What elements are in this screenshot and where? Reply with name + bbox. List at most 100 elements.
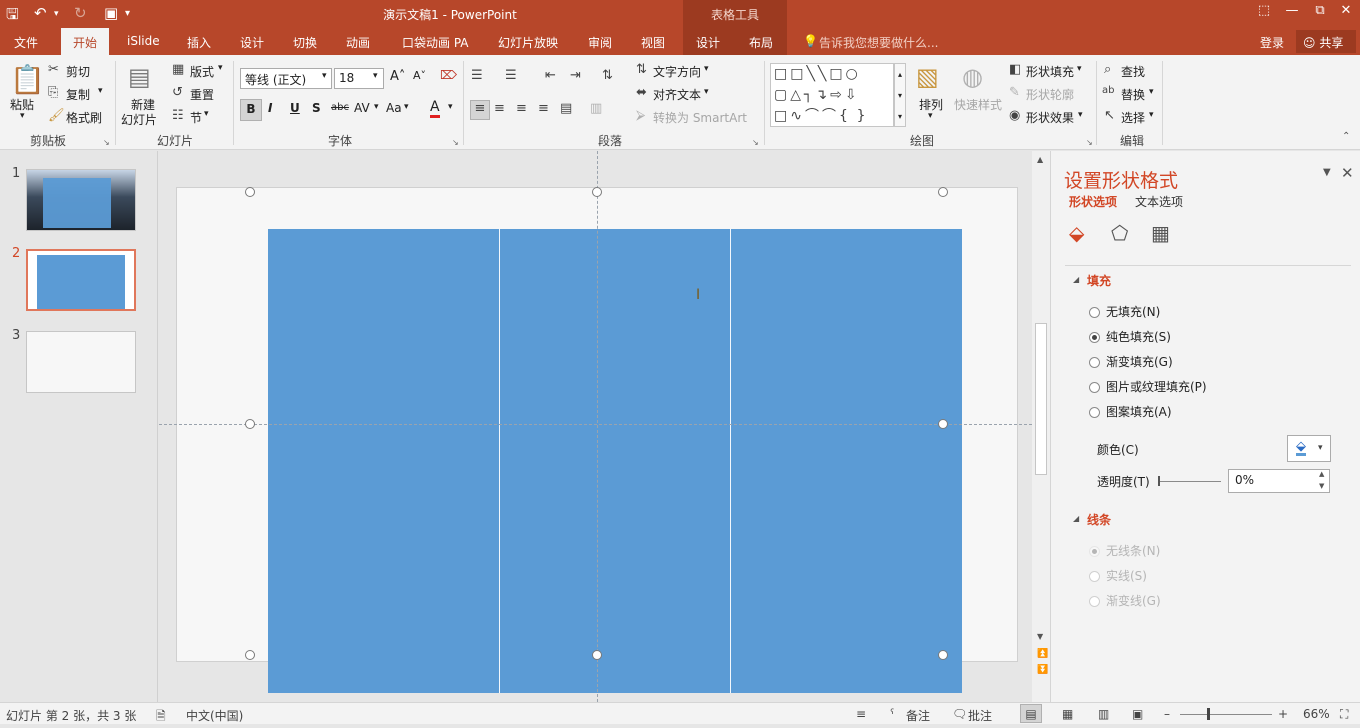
transparency-slider-thumb[interactable] xyxy=(1158,476,1160,486)
vertical-scrollbar[interactable]: ▲ ▼ ⏫ ⏬ xyxy=(1032,151,1050,702)
tab-text-options[interactable]: 文本选项 xyxy=(1135,193,1183,210)
vertical-guide[interactable] xyxy=(597,151,598,702)
shape-fill-button[interactable]: 形状填充 xyxy=(1026,63,1074,80)
tab-transitions[interactable]: 切换 xyxy=(293,34,317,51)
text-direction-dropdown-icon[interactable]: ▾ xyxy=(704,64,709,74)
slideshow-view-icon[interactable]: ▣ xyxy=(1132,707,1143,721)
next-slide-icon[interactable]: ⏬ xyxy=(1037,665,1048,675)
font-name-dropdown-icon[interactable]: ▾ xyxy=(322,71,327,81)
shadow-button[interactable]: S xyxy=(312,101,321,115)
tell-me-search[interactable]: 告诉我您想要做什么... xyxy=(819,34,938,51)
clipboard-launcher-icon[interactable]: ↘ xyxy=(103,138,110,147)
spin-down-icon[interactable]: ▼ xyxy=(1319,482,1324,490)
fill-collapse-icon[interactable]: ◢ xyxy=(1073,275,1079,284)
drawing-launcher-icon[interactable]: ↘ xyxy=(1086,138,1093,147)
line-spacing-icon[interactable]: ⇅ xyxy=(602,68,613,83)
increase-indent-icon[interactable]: ⇥ xyxy=(570,68,581,83)
paste-dropdown-icon[interactable]: ▾ xyxy=(20,111,25,121)
ribbon-display-icon[interactable]: ⬚ xyxy=(1253,3,1275,18)
clear-format-icon[interactable]: ⌦ xyxy=(440,68,457,82)
resize-handle[interactable] xyxy=(245,650,255,660)
table[interactable] xyxy=(268,229,962,693)
shape-fill-dropdown-icon[interactable]: ▾ xyxy=(1077,64,1082,74)
shrink-font-icon[interactable]: A˅ xyxy=(413,69,426,82)
fit-to-window-icon[interactable]: ⛶ xyxy=(1340,707,1348,722)
char-spacing-dropdown-icon[interactable]: ▾ xyxy=(374,102,379,112)
minimize-icon[interactable]: — xyxy=(1281,3,1303,18)
slide-thumbnail-2[interactable] xyxy=(26,249,136,311)
decrease-indent-icon[interactable]: ⇤ xyxy=(545,68,556,83)
justify-icon[interactable]: ≡ xyxy=(538,101,549,116)
table-cell[interactable] xyxy=(731,229,962,693)
size-properties-icon[interactable]: ▦ xyxy=(1151,221,1170,245)
previous-slide-icon[interactable]: ⏫ xyxy=(1037,649,1048,659)
font-size-dropdown-icon[interactable]: ▾ xyxy=(373,71,378,81)
paragraph-launcher-icon[interactable]: ↘ xyxy=(752,138,759,147)
slide-thumbnail-1[interactable] xyxy=(26,169,136,231)
effects-icon[interactable]: ⬠ xyxy=(1111,221,1128,245)
reset-icon[interactable]: ↺ xyxy=(172,85,183,100)
replace-dropdown-icon[interactable]: ▾ xyxy=(1149,87,1154,97)
tab-pocket-animation[interactable]: 口袋动画 PA xyxy=(402,34,469,51)
arrange-dropdown-icon[interactable]: ▾ xyxy=(928,111,933,121)
bold-button[interactable]: B xyxy=(240,99,262,121)
layout-button[interactable]: 版式 xyxy=(190,63,214,80)
resize-handle[interactable] xyxy=(245,187,255,197)
select-button[interactable]: 选择 xyxy=(1121,109,1145,126)
align-center-icon[interactable]: ≡ xyxy=(494,101,505,116)
login-link[interactable]: 登录 xyxy=(1260,34,1284,51)
new-slide-icon[interactable]: ▤ xyxy=(128,63,151,91)
spin-up-icon[interactable]: ▲ xyxy=(1319,470,1324,478)
align-right-icon[interactable]: ≡ xyxy=(516,101,527,116)
resize-handle[interactable] xyxy=(592,650,602,660)
zoom-out-icon[interactable]: – xyxy=(1164,707,1170,721)
new-slide-label-2[interactable]: 幻灯片 xyxy=(121,111,157,128)
radio-no-fill[interactable]: 无填充(N) xyxy=(1089,303,1160,320)
resize-handle[interactable] xyxy=(938,650,948,660)
undo-icon[interactable]: ↶ xyxy=(34,4,47,22)
bullets-icon[interactable]: ☰ xyxy=(471,68,483,83)
font-name-select[interactable]: 等线 (正文) xyxy=(240,68,332,89)
save-icon[interactable]: 🖫 xyxy=(6,4,19,29)
notes-button-icon[interactable]: ˁ xyxy=(890,707,894,721)
tab-shape-options[interactable]: 形状选项 xyxy=(1069,193,1117,210)
char-spacing-button[interactable]: AV xyxy=(354,101,370,115)
transparency-slider[interactable] xyxy=(1159,481,1221,482)
replace-button[interactable]: 替换 xyxy=(1121,86,1145,103)
tab-review[interactable]: 审阅 xyxy=(588,34,612,51)
tab-animations[interactable]: 动画 xyxy=(346,34,370,51)
align-text-button[interactable]: 对齐文本 xyxy=(653,86,701,103)
zoom-in-icon[interactable]: + xyxy=(1278,707,1288,721)
spell-check-icon[interactable]: 🗎 xyxy=(156,707,166,728)
tab-table-layout[interactable]: 布局 xyxy=(749,34,773,51)
cut-button[interactable]: 剪切 xyxy=(66,63,90,80)
normal-view-icon[interactable]: ▤ xyxy=(1020,704,1042,723)
text-direction-icon[interactable]: ⇅ xyxy=(636,62,647,77)
tab-insert[interactable]: 插入 xyxy=(187,34,211,51)
tab-view[interactable]: 视图 xyxy=(641,34,665,51)
copy-icon[interactable]: ⎘ xyxy=(48,85,58,100)
resize-handle[interactable] xyxy=(245,419,255,429)
strikethrough-button[interactable]: abc xyxy=(331,102,349,113)
horizontal-guide[interactable] xyxy=(159,424,1032,425)
radio-gradient-fill[interactable]: 渐变填充(G) xyxy=(1089,353,1173,370)
pane-close-icon[interactable]: ✕ xyxy=(1341,164,1354,182)
text-direction-button[interactable]: 文字方向 xyxy=(653,63,701,80)
scroll-thumb[interactable] xyxy=(1035,323,1047,475)
scroll-down-icon[interactable]: ▼ xyxy=(1037,632,1043,641)
collapse-ribbon-icon[interactable]: ⌃ xyxy=(1342,131,1350,142)
section-dropdown-icon[interactable]: ▾ xyxy=(204,109,209,119)
shape-fill-icon[interactable]: ◧ xyxy=(1009,62,1021,77)
tab-design[interactable]: 设计 xyxy=(240,34,264,51)
share-button[interactable]: ☺ 共享 xyxy=(1296,30,1356,53)
shape-effects-button[interactable]: 形状效果 xyxy=(1026,109,1074,126)
font-launcher-icon[interactable]: ↘ xyxy=(452,138,459,147)
resize-handle[interactable] xyxy=(938,187,948,197)
notes-icon[interactable]: ≡ xyxy=(856,707,866,721)
section-icon[interactable]: ☷ xyxy=(172,108,184,123)
change-case-button[interactable]: Aa xyxy=(386,101,402,115)
tab-islide[interactable]: iSlide xyxy=(127,34,160,48)
slideshow-from-start-icon[interactable]: ▣ xyxy=(104,4,118,22)
fill-line-icon[interactable]: ⬙ xyxy=(1069,221,1084,245)
line-collapse-icon[interactable]: ◢ xyxy=(1073,514,1079,523)
